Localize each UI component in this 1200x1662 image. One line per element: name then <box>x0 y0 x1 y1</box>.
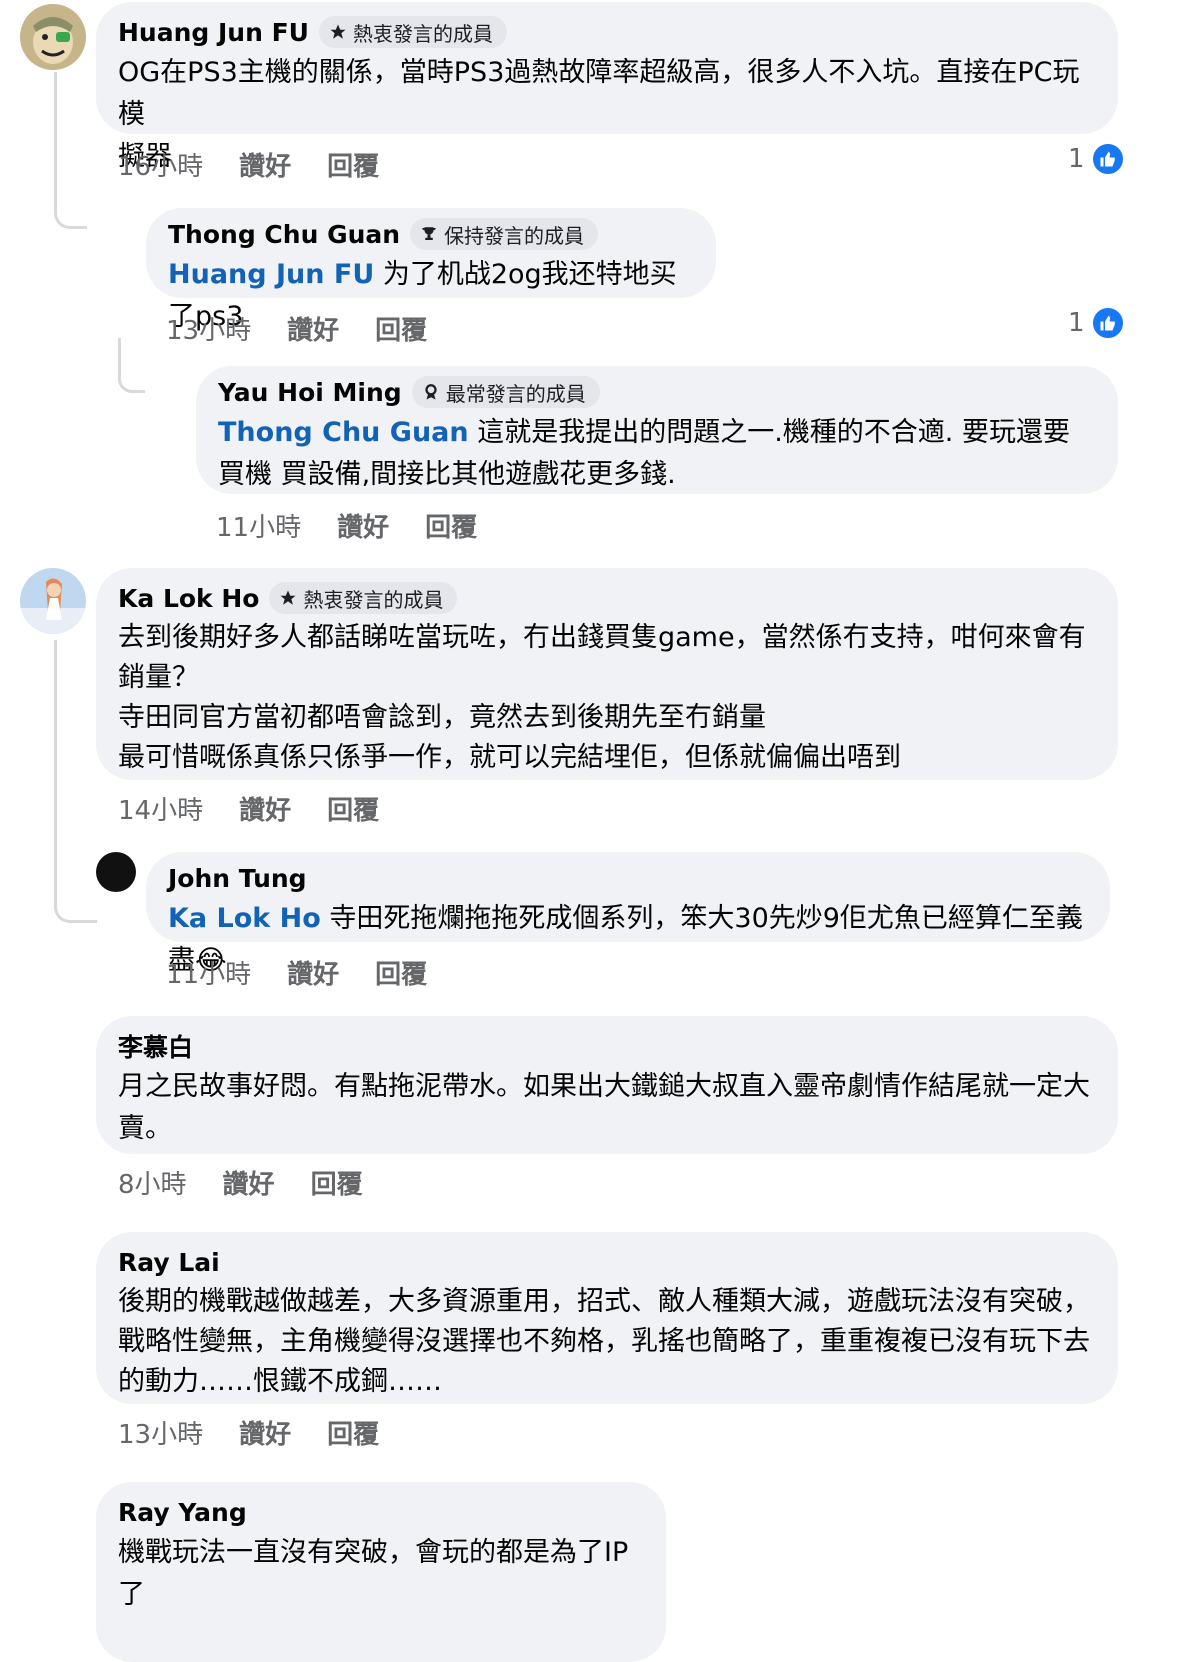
like-button[interactable]: 讚好 <box>223 1164 275 1201</box>
thread-line <box>118 338 145 393</box>
comment-author[interactable]: Yau Hoi Ming <box>218 378 402 407</box>
comment-actions: 14小時 讚好 回覆 <box>118 788 415 828</box>
reaction-count[interactable]: 1 <box>1068 306 1125 340</box>
comment-author[interactable]: 李慕白 <box>118 1028 193 1064</box>
comment-bubble: Huang Jun FU 熱衷發言的成員 OG在PS3主機的關係，當時PS3過熱… <box>96 2 1118 172</box>
reply-button[interactable]: 回覆 <box>327 790 379 827</box>
comment-time[interactable]: 8小時 <box>118 1164 187 1201</box>
comment-text: 後期的機戰越做越差，大多￼￼資源￼重用，招式、敵人種類大減，遊戲玩法沒有突破，戰… <box>118 1286 1090 1397</box>
member-badge[interactable]: 熱衷發言的成員 <box>318 16 507 48</box>
comment-text: 月之民故事好悶。有點拖泥帶水。如果出大鐵鎚大叔直入靈帝劇情作結尾就一定大賣。 <box>118 1071 1090 1144</box>
like-button[interactable]: 讚好 <box>239 790 291 827</box>
thumbs-up-icon <box>1090 142 1125 176</box>
avatar[interactable] <box>96 852 136 892</box>
reply-button[interactable]: 回覆 <box>375 310 427 347</box>
comment-actions: 13小時 讚好 回覆 <box>166 308 463 348</box>
avatar[interactable] <box>20 4 86 70</box>
comment-time[interactable]: 11小時 <box>216 507 301 544</box>
top-contributor-icon <box>425 384 437 400</box>
like-button[interactable]: 讚好 <box>239 146 291 183</box>
comment-time[interactable]: 11小時 <box>166 954 251 991</box>
reply-button[interactable]: 回覆 <box>425 507 477 544</box>
comment-text: 去到後期好多人都話睇咗當玩咗，冇出錢買隻game，當然係冇支持，咁何來會有銷量？… <box>118 622 1086 773</box>
star-icon <box>280 590 296 605</box>
mention-link[interactable]: Huang Jun FU <box>168 259 374 290</box>
comment-time[interactable]: 13小時 <box>166 310 251 347</box>
comment-bubble: 李慕白 月之民故事好悶。有點拖泥帶水。如果出大鐵鎚大叔直入靈帝劇情作結尾就一定大… <box>96 1016 1118 1154</box>
comment-author[interactable]: Ray Lai <box>118 1248 220 1277</box>
thread-line <box>54 72 87 229</box>
comment-author[interactable]: Ray Yang <box>118 1498 247 1527</box>
comment-time[interactable]: 13小時 <box>118 1414 203 1451</box>
comment-actions: 11小時 讚好 回覆 <box>216 505 513 545</box>
avatar[interactable] <box>20 568 86 634</box>
mention-link[interactable]: Thong Chu Guan <box>218 417 469 448</box>
reply-button[interactable]: 回覆 <box>311 1164 363 1201</box>
trophy-icon <box>422 227 436 240</box>
comment-actions: 16小時 讚好 回覆 <box>118 144 415 184</box>
member-badge[interactable]: 熱衷發言的成員 <box>269 582 458 614</box>
like-button[interactable]: 讚好 <box>239 1414 291 1451</box>
reply-button[interactable]: 回覆 <box>327 1414 379 1451</box>
comment-actions: 8小時 讚好 回覆 <box>118 1162 399 1202</box>
comment-text: 機戰玩法一直沒有突破，會玩的都是為了IP了 <box>118 1537 629 1610</box>
member-badge[interactable]: 保持發言的成員 <box>410 218 599 250</box>
comment-bubble: Yau Hoi Ming 最常發言的成員 Thong Chu Guan 這就是我… <box>196 366 1118 494</box>
member-badge[interactable]: 最常發言的成員 <box>411 376 600 408</box>
like-button[interactable]: 讚好 <box>337 507 389 544</box>
star-icon <box>330 24 346 39</box>
like-button[interactable]: 讚好 <box>287 954 339 991</box>
comment-actions: 11小時 讚好 回覆 <box>166 952 463 992</box>
comment-bubble: Ray Lai 後期的機戰越做越差，大多￼￼資源￼重用，招式、敵人種類大減，遊戲… <box>96 1232 1118 1404</box>
comment-author[interactable]: Ka Lok Ho <box>118 584 259 613</box>
comment-actions: 13小時 讚好 回覆 <box>118 1412 415 1452</box>
comment-bubble: John Tung Ka Lok Ho 寺田死拖爛拖拖死成個系列，笨大30先炒9… <box>146 852 1110 976</box>
comment-time[interactable]: 16小時 <box>118 146 203 183</box>
comment-time[interactable]: 14小時 <box>118 790 203 827</box>
comment-author[interactable]: Huang Jun FU <box>118 18 309 47</box>
thumbs-up-icon <box>1090 306 1125 340</box>
comment-bubble: Ka Lok Ho 熱衷發言的成員 去到後期好多人都話睇咗當玩咗，冇出錢買隻ga… <box>96 568 1118 780</box>
reply-button[interactable]: 回覆 <box>327 146 379 183</box>
reply-button[interactable]: 回覆 <box>375 954 427 991</box>
comment-author[interactable]: John Tung <box>168 864 307 893</box>
mention-link[interactable]: Ka Lok Ho <box>168 903 321 934</box>
comment-bubble: Ray Yang 機戰玩法一直沒有突破，會玩的都是為了IP了 <box>96 1482 666 1662</box>
reaction-count[interactable]: 1 <box>1068 142 1125 176</box>
comment-bubble: Thong Chu Guan 保持發言的成員 Huang Jun FU 为了机战… <box>146 208 716 332</box>
comment-author[interactable]: Thong Chu Guan <box>168 220 400 249</box>
thread-line <box>54 640 97 923</box>
like-button[interactable]: 讚好 <box>287 310 339 347</box>
